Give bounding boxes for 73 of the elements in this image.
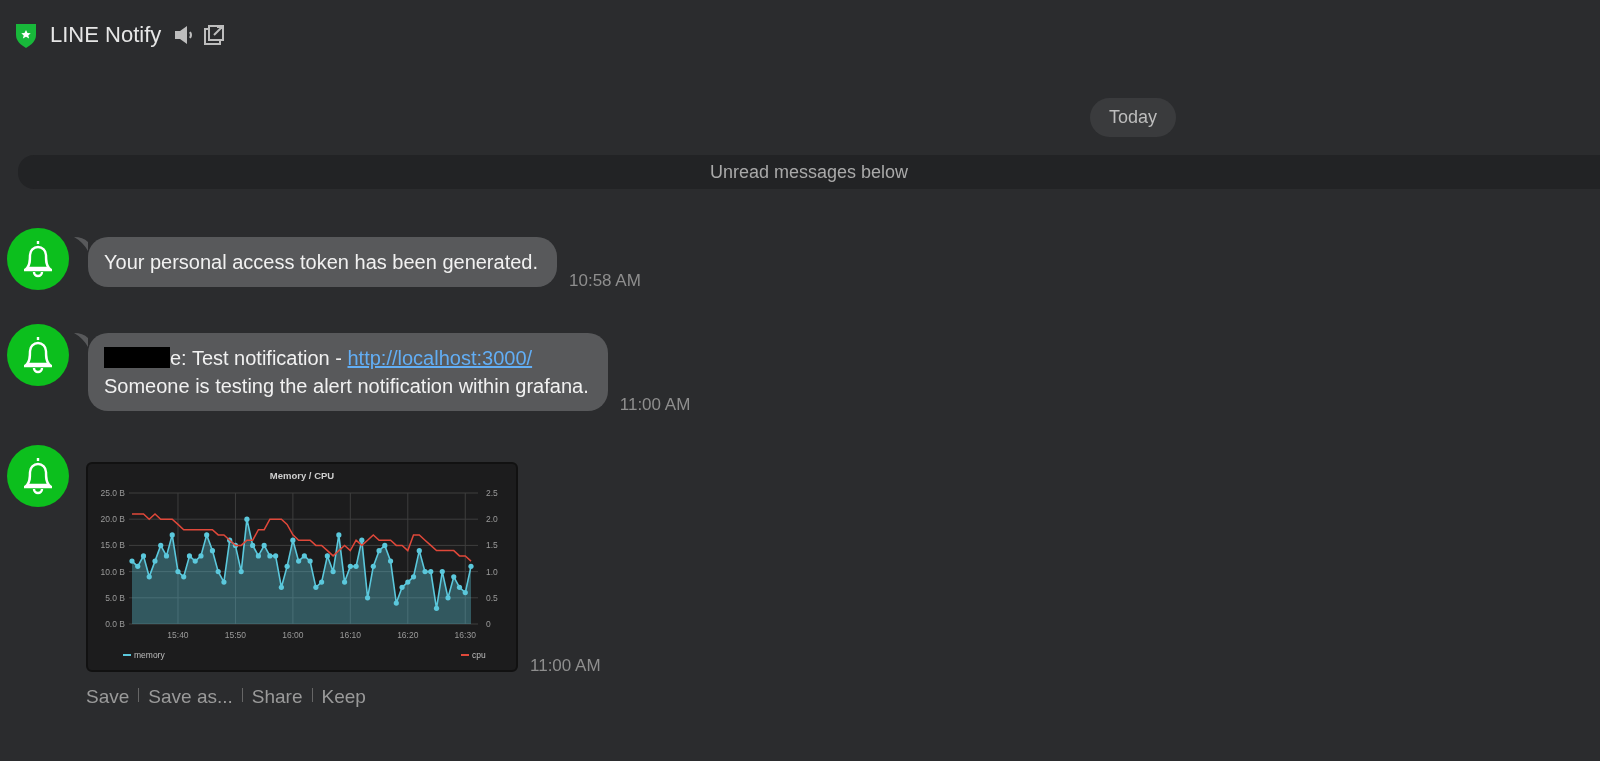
bubble-tail (74, 333, 88, 347)
chart-image[interactable]: Memory / CPU 25.0 B 2.5 20.0 B 2.0 15.0 B 1.5 10.0 B 1.0 5.0 B 0.5 0.0 B 0 15:40 15:50 16:00 16:10 16:20 16:30 memory cpu (86, 462, 518, 672)
data-point (278, 584, 284, 590)
x-axis-label: 16:00 (282, 630, 304, 640)
data-point (439, 569, 445, 575)
data-point (284, 563, 290, 569)
data-point (215, 569, 221, 575)
data-point (365, 595, 371, 601)
y-axis-label: 15.0 B (100, 540, 125, 551)
x-axis-label: 16:10 (339, 630, 361, 640)
image-action-link[interactable]: Save (86, 686, 130, 708)
data-point (158, 542, 164, 548)
data-point (152, 558, 158, 564)
legend-label: memory (134, 650, 165, 660)
data-point (290, 537, 296, 543)
x-axis-label: 16:20 (397, 630, 419, 640)
legend-label: cpu (472, 650, 486, 660)
data-point (416, 548, 422, 554)
data-point (238, 569, 244, 575)
data-point (163, 553, 170, 559)
data-point (468, 563, 474, 569)
message-text: Someone is testing the alert notification within grafana. (104, 375, 589, 397)
y-axis-label: 1.0 (486, 566, 498, 577)
data-point (324, 553, 330, 559)
y-axis-label: 2.0 (486, 514, 498, 525)
y-axis-label: 5.0 B (105, 592, 125, 603)
date-pill: Today (1089, 98, 1176, 137)
message-text: Your personal access token has been generated. (104, 251, 538, 273)
data-point (330, 569, 336, 575)
external-window-icon[interactable] (203, 24, 226, 46)
y-axis-label: 20.0 B (100, 514, 125, 525)
x-axis-label: 16:30 (454, 630, 476, 640)
message-text: e: Test notification - (170, 347, 343, 369)
data-point (445, 595, 451, 601)
y-axis-label: 0 (486, 619, 491, 629)
data-point (221, 579, 227, 585)
data-point (393, 600, 399, 606)
y-axis-label: 25.0 B (100, 488, 125, 498)
data-point (250, 542, 256, 548)
chat-title: LINE Notify (50, 22, 162, 48)
y-axis-label: 10.0 B (100, 566, 125, 577)
y-axis-label: 2.5 (486, 488, 498, 498)
bubble-tail (74, 237, 88, 251)
image-action-link[interactable]: Keep (321, 686, 366, 708)
data-point (209, 548, 216, 554)
data-point (204, 532, 210, 538)
data-point (255, 553, 261, 559)
data-point (387, 558, 394, 564)
data-point (244, 516, 250, 522)
y-axis-label: 0.0 B (105, 619, 125, 629)
data-point (359, 537, 365, 543)
data-point (140, 553, 147, 559)
shield-icon (14, 21, 38, 49)
data-point (169, 532, 175, 538)
y-axis-label: 1.5 (486, 540, 498, 551)
chart-title: Memory / CPU (269, 470, 335, 481)
image-action-link[interactable]: Share (251, 686, 303, 708)
data-point (146, 574, 152, 580)
data-point (433, 605, 440, 611)
data-point (342, 579, 348, 585)
x-axis-label: 15:40 (167, 630, 189, 640)
message-time: 10:58 AM (569, 271, 641, 291)
message-time: 11:00 AM (530, 656, 601, 676)
image-action-link[interactable]: Save as... (148, 686, 233, 708)
data-point (261, 542, 267, 548)
message-time: 11:00 AM (619, 395, 691, 415)
data-point (336, 532, 342, 538)
data-point (451, 574, 457, 580)
data-point (370, 563, 376, 569)
unread-label: Unread messages below (709, 161, 909, 183)
message-link[interactable]: http://localhost:3000/ (347, 347, 533, 369)
y-axis-label: 0.5 (486, 592, 498, 603)
x-axis-label: 15:50 (224, 630, 247, 640)
